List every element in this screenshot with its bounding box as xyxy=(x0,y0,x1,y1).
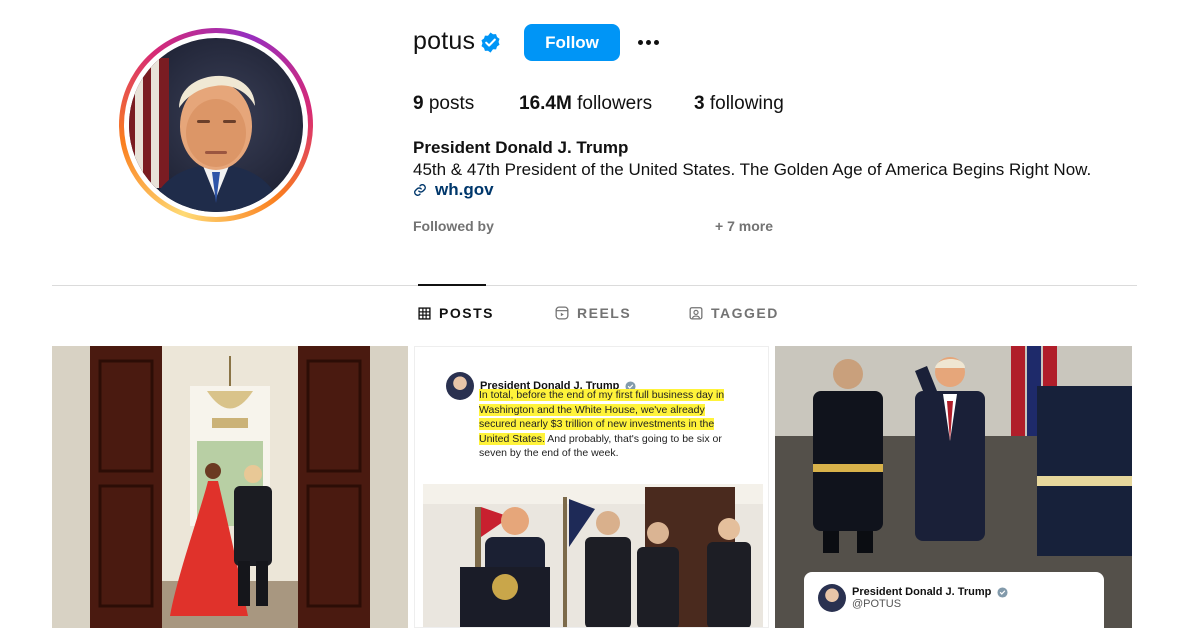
followers-count: 16.4M xyxy=(519,93,572,114)
posts-label: posts xyxy=(428,93,475,114)
post-2-tweet: President Donald J. Trump In total, befo… xyxy=(446,372,746,461)
tagged-icon xyxy=(689,307,703,320)
profile-link[interactable]: wh.gov xyxy=(413,180,494,200)
profile-avatar-ring[interactable] xyxy=(119,28,313,222)
followed-by-more[interactable]: + 7 more xyxy=(715,218,773,234)
tweet-author-row: President Donald J. Trump xyxy=(852,586,1008,598)
followers-stat[interactable]: 16.4M followers xyxy=(519,93,652,115)
tab-tagged[interactable]: TAGGED xyxy=(689,305,779,321)
link-icon xyxy=(414,184,426,196)
tabs-divider xyxy=(52,285,1137,286)
verified-badge-icon xyxy=(481,32,500,53)
reels-icon xyxy=(555,306,569,320)
tab-reels-label: REELS xyxy=(577,305,632,321)
profile-avatar[interactable] xyxy=(129,38,303,212)
tab-tagged-label: TAGGED xyxy=(711,305,779,321)
dot xyxy=(645,39,651,45)
dot xyxy=(637,39,643,45)
tweet-avatar xyxy=(818,584,846,612)
avatar-gap xyxy=(124,33,308,217)
active-tab-indicator xyxy=(418,284,486,286)
tweet-author: President Donald J. Trump xyxy=(852,586,992,598)
tweet-handle: @POTUS xyxy=(852,598,902,610)
follow-button[interactable]: Follow xyxy=(524,24,620,61)
post-thumbnail-1[interactable] xyxy=(52,346,408,628)
tweet-author-block: President Donald J. Trump @POTUS xyxy=(852,586,1008,610)
verified-badge-icon xyxy=(997,586,1008,598)
tweet-header: President Donald J. Trump @POTUS xyxy=(818,584,1090,612)
post-3-tweet-card: President Donald J. Trump @POTUS xyxy=(804,572,1104,628)
profile-bio: 45th & 47th President of the United Stat… xyxy=(413,160,1092,179)
following-label: following xyxy=(709,93,784,114)
profile-username: potus xyxy=(413,27,476,55)
tab-posts[interactable]: POSTS xyxy=(418,305,494,321)
posts-count: 9 xyxy=(413,93,424,114)
tweet-text: In total, before the end of my first ful… xyxy=(479,388,741,461)
avatar-portrait xyxy=(129,58,283,212)
followers-label: followers xyxy=(577,93,653,114)
following-stat[interactable]: 3 following xyxy=(694,93,784,115)
grid-icon xyxy=(418,306,431,320)
followed-by-label[interactable]: Followed by xyxy=(413,218,494,234)
tweet-avatar xyxy=(446,372,474,400)
tab-reels[interactable]: REELS xyxy=(555,305,631,321)
profile-full-name: President Donald J. Trump xyxy=(413,138,629,157)
tab-posts-label: POSTS xyxy=(439,305,494,321)
following-count: 3 xyxy=(694,93,705,114)
dot xyxy=(653,39,659,45)
more-options-icon[interactable] xyxy=(632,30,664,54)
posts-count-stat: 9 posts xyxy=(413,93,474,115)
post-1-image xyxy=(52,346,408,628)
profile-link-text[interactable]: wh.gov xyxy=(435,180,494,200)
